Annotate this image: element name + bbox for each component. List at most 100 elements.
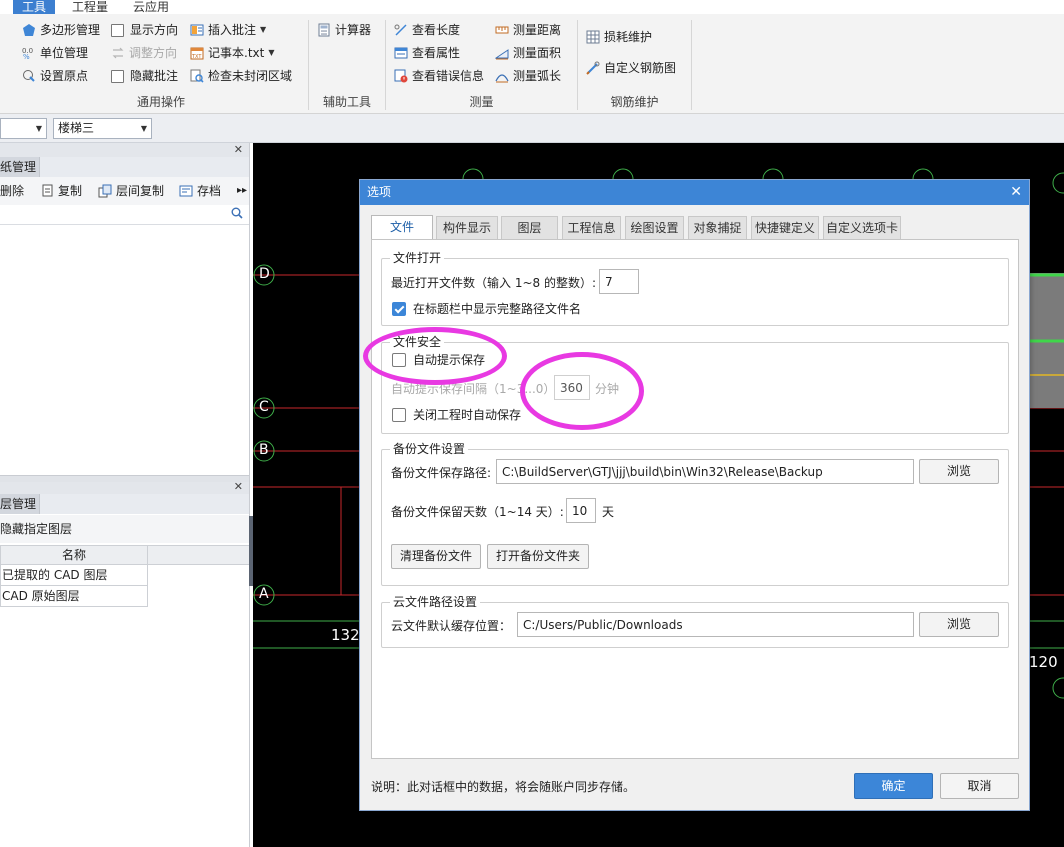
svg-text:%: % bbox=[23, 53, 30, 60]
tab-file[interactable]: 文件 bbox=[371, 215, 433, 239]
group-label-general: 通用操作 bbox=[136, 95, 185, 109]
left-panel: ✕ 纸管理 删除 复制 层间复制 存档 ▸▸ ✕ 层管理 隐藏指定图层 名称 已… bbox=[0, 143, 250, 847]
cloud-path-input[interactable] bbox=[517, 612, 914, 637]
recent-files-input[interactable] bbox=[599, 269, 639, 294]
axis-label-c: C bbox=[259, 399, 269, 415]
ribbon-tab-quantity[interactable]: 工程量 bbox=[72, 0, 108, 14]
table-row[interactable]: 已提取的 CAD 图层 bbox=[0, 565, 148, 586]
archive-icon bbox=[179, 184, 193, 198]
open-backup-folder-button[interactable]: 打开备份文件夹 bbox=[487, 544, 589, 569]
drawing-search-input[interactable] bbox=[0, 205, 249, 225]
clean-backup-button[interactable]: 清理备份文件 bbox=[391, 544, 481, 569]
show-full-path-checkbox[interactable] bbox=[392, 302, 406, 316]
backup-browse-button[interactable]: 浏览 bbox=[919, 459, 999, 484]
group-label-measure: 测量 bbox=[469, 95, 494, 109]
view-error-button[interactable]: 查看错误信息 bbox=[394, 66, 484, 86]
tab-custom-tab[interactable]: 自定义选项卡 bbox=[823, 216, 901, 239]
error-icon bbox=[394, 69, 408, 83]
save-interval-input[interactable] bbox=[554, 375, 590, 400]
measure-distance-button[interactable]: 测量距离 bbox=[495, 20, 561, 40]
check-unclosed-button[interactable]: 检查未封闭区域 bbox=[190, 66, 292, 86]
adjust-direction-button[interactable]: 调整方向 bbox=[111, 43, 177, 63]
file-open-legend: 文件打开 bbox=[390, 250, 445, 266]
tab-shortcut[interactable]: 快捷键定义 bbox=[751, 216, 819, 239]
floor-combo[interactable]: 楼梯三 ▼ bbox=[53, 118, 152, 139]
search-icon bbox=[231, 207, 243, 222]
backup-days-input[interactable] bbox=[566, 498, 596, 523]
tab-layer[interactable]: 图层 bbox=[501, 216, 558, 239]
distance-icon bbox=[495, 23, 509, 37]
backup-days-label: 备份文件保留天数（1~14 天）: bbox=[391, 505, 564, 519]
file-security-group: 文件安全 自动提示保存 自动提示保存间隔（1~3...0） 分钟 关闭工程时自动… bbox=[381, 334, 1009, 434]
backup-path-label: 备份文件保存路径: bbox=[391, 466, 492, 480]
backup-path-input[interactable] bbox=[496, 459, 914, 484]
table-row[interactable]: CAD 原始图层 bbox=[0, 586, 148, 607]
dropdown-caret-icon: ▼ bbox=[260, 25, 267, 34]
cancel-button[interactable]: 取消 bbox=[940, 773, 1019, 799]
recent-files-label: 最近打开文件数（输入 1~8 的整数）: bbox=[391, 276, 596, 290]
dialog-title-bar[interactable]: 选项 ✕ bbox=[360, 180, 1029, 205]
tab-drawing-settings[interactable]: 绘图设置 bbox=[625, 216, 684, 239]
save-archive-button[interactable]: 存档 bbox=[179, 182, 221, 200]
backup-days-unit: 天 bbox=[602, 505, 615, 519]
hide-layer-button[interactable]: 隐藏指定图层 bbox=[0, 520, 72, 538]
options-dialog: 选项 ✕ 文件 构件显示 图层 工程信息 绘图设置 对象捕捉 快捷键定义 自定义… bbox=[359, 179, 1030, 811]
notepad-icon: TXT bbox=[190, 46, 204, 60]
measure-arc-button[interactable]: 测量弧长 bbox=[495, 66, 561, 86]
component-combo[interactable]: ▼ bbox=[0, 118, 47, 139]
ribbon-tab-bar: 工具 工程量 云应用 bbox=[0, 0, 1064, 14]
close-icon[interactable]: ✕ bbox=[234, 480, 243, 494]
tab-object-snap[interactable]: 对象捕捉 bbox=[688, 216, 747, 239]
ok-button[interactable]: 确定 bbox=[854, 773, 933, 799]
custom-rebar-button[interactable]: 自定义钢筋图 bbox=[586, 58, 676, 78]
show-full-path-label: 在标题栏中显示完整路径文件名 bbox=[413, 302, 582, 316]
tab-project-info[interactable]: 工程信息 bbox=[562, 216, 621, 239]
dialog-title: 选项 bbox=[367, 185, 392, 199]
file-security-legend: 文件安全 bbox=[390, 334, 445, 350]
calculator-button[interactable]: 计算器 bbox=[317, 20, 371, 40]
layer-manager-tabstrip: 层管理 bbox=[0, 494, 249, 514]
set-origin-button[interactable]: 设置原点 bbox=[22, 66, 88, 86]
cloud-browse-button[interactable]: 浏览 bbox=[919, 612, 999, 637]
floor-copy-button[interactable]: 层间复制 bbox=[98, 182, 164, 200]
more-tools-icon[interactable]: ▸▸ bbox=[237, 182, 247, 200]
tab-layer-manager[interactable]: 层管理 bbox=[0, 494, 40, 514]
view-length-button[interactable]: 查看长度 bbox=[394, 20, 460, 40]
insert-note-button[interactable]: 插入批注 ▼ bbox=[190, 20, 266, 40]
auto-prompt-save-checkbox[interactable] bbox=[392, 353, 406, 367]
polygon-manage-button[interactable]: 多边形管理 bbox=[22, 20, 100, 40]
view-attribute-button[interactable]: 查看属性 bbox=[394, 43, 460, 63]
chevron-down-icon: ▼ bbox=[140, 124, 147, 133]
show-direction-checkbox[interactable]: 显示方向 bbox=[111, 20, 178, 40]
close-icon[interactable]: ✕ bbox=[234, 143, 243, 157]
notepad-button[interactable]: TXT 记事本.txt ▼ bbox=[190, 43, 274, 63]
loss-maintain-button[interactable]: 损耗维护 bbox=[586, 27, 652, 47]
axis-label-a: A bbox=[259, 586, 269, 602]
origin-icon bbox=[22, 69, 36, 83]
copy-button[interactable]: 复制 bbox=[40, 182, 82, 200]
group-label-aux: 辅助工具 bbox=[322, 95, 371, 109]
unit-manage-button[interactable]: 0.0% 单位管理 bbox=[22, 43, 88, 63]
drawing-toolbar: 删除 复制 层间复制 存档 ▸▸ bbox=[0, 177, 249, 205]
tab-drawing-manager[interactable]: 纸管理 bbox=[0, 157, 40, 177]
adjust-direction-icon bbox=[111, 46, 125, 60]
note-icon bbox=[190, 23, 204, 37]
backup-group: 备份文件设置 备份文件保存路径: 浏览 备份文件保留天数（1~14 天）: 天 … bbox=[381, 441, 1009, 586]
tab-component-display[interactable]: 构件显示 bbox=[436, 216, 498, 239]
save-interval-label: 自动提示保存间隔（1~3...0） bbox=[391, 382, 556, 396]
arc-icon bbox=[495, 69, 509, 83]
measure-area-button[interactable]: 测量面积 bbox=[494, 43, 561, 63]
svg-text:TXT: TXT bbox=[191, 54, 202, 60]
group-separator bbox=[691, 20, 692, 110]
ribbon-tab-tools[interactable]: 工具 bbox=[13, 0, 55, 14]
hide-note-checkbox[interactable]: 隐藏批注 bbox=[111, 66, 178, 86]
group-label-rebar: 钢筋维护 bbox=[610, 95, 659, 109]
backup-legend: 备份文件设置 bbox=[390, 441, 469, 457]
custom-rebar-icon bbox=[586, 61, 600, 75]
close-autosave-checkbox[interactable] bbox=[392, 408, 406, 422]
close-icon[interactable]: ✕ bbox=[1010, 180, 1022, 205]
ribbon-tab-cloud[interactable]: 云应用 bbox=[133, 0, 169, 14]
delete-button[interactable]: 删除 bbox=[0, 182, 24, 200]
sync-note: 说明：此对话框中的数据，将会随账户同步存储。 bbox=[371, 780, 636, 794]
loss-table-icon bbox=[586, 30, 600, 44]
